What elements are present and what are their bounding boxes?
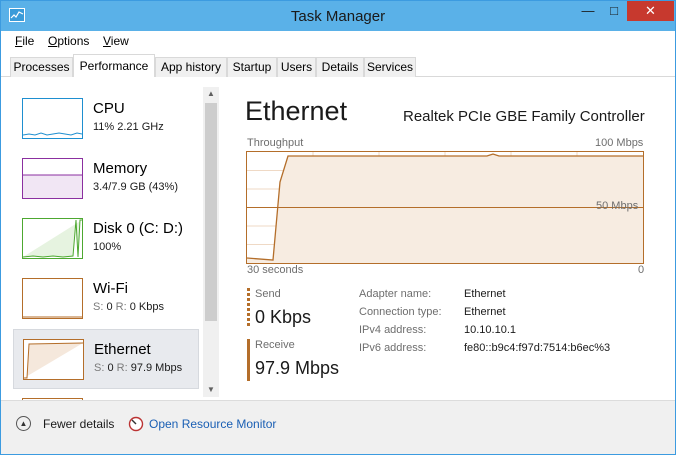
- sidebar-item-name: Wi-Fi: [93, 280, 128, 297]
- send-label: S:: [94, 362, 105, 374]
- send-value: 0: [107, 362, 114, 374]
- send-value: 0 Kbps: [255, 307, 312, 327]
- menu-file[interactable]: File: [15, 34, 34, 48]
- chart-title: Throughput: [247, 137, 304, 149]
- adapter-model: Realtek PCIe GBE Family Controller: [403, 108, 645, 125]
- chevron-up-icon[interactable]: ▲: [16, 416, 31, 431]
- receive-indicator: [247, 339, 250, 381]
- receive-label: R:: [115, 301, 127, 313]
- ethernet-sparkline: [23, 339, 84, 380]
- tab-users[interactable]: Users: [277, 57, 316, 77]
- disk-sparkline: [22, 218, 83, 259]
- sidebar-item-wifi[interactable]: Wi-Fi S: 0 R: 0 Kbps: [13, 269, 199, 329]
- menu-bar: File Options View: [1, 31, 675, 53]
- tab-processes[interactable]: Processes: [10, 57, 73, 77]
- receive-value: 0 Kbps: [129, 301, 164, 313]
- sidebar-item-name: Memory: [93, 160, 148, 177]
- send-label: Send: [255, 288, 281, 300]
- scroll-thumb[interactable]: [205, 103, 217, 321]
- menu-options[interactable]: Options: [48, 34, 89, 48]
- send-label: S:: [93, 301, 104, 313]
- menu-options-mnemonic: O: [48, 34, 58, 48]
- prop-key-connection-type: Connection type:: [359, 306, 442, 318]
- detail-title: Ethernet: [245, 96, 348, 126]
- send-indicator: [247, 288, 250, 328]
- tab-performance[interactable]: Performance: [73, 54, 155, 78]
- sidebar-item-name: Ethernet: [94, 341, 151, 358]
- sidebar-item-detail: 11% 2.21 GHz: [93, 121, 164, 133]
- sidebar-item-detail: 3.4/7.9 GB (43%): [93, 181, 178, 193]
- prop-key-adapter-name: Adapter name:: [359, 288, 432, 300]
- sidebar-scrollbar[interactable]: ▲ ▼: [203, 87, 219, 397]
- task-manager-window: Task Manager — □ ✕ File Options View Pro…: [0, 0, 676, 455]
- close-button[interactable]: ✕: [627, 1, 674, 21]
- cpu-sparkline: [22, 98, 83, 139]
- receive-label: R:: [116, 362, 128, 374]
- prop-value-connection-type: Ethernet: [464, 306, 506, 318]
- performance-panel: CPU 11% 2.21 GHz Memory 3.4/7.9 GB (43%)…: [1, 77, 675, 400]
- prop-value-adapter-name: Ethernet: [464, 288, 506, 300]
- scroll-up-icon[interactable]: ▲: [203, 87, 219, 101]
- tab-startup[interactable]: Startup: [227, 57, 277, 77]
- wifi-sparkline: [22, 278, 83, 319]
- menu-options-label: ptions: [57, 34, 90, 48]
- throughput-chart: 50 Mbps: [246, 151, 644, 264]
- footer-bar: ▲ Fewer details Open Resource Monitor: [1, 400, 675, 454]
- chart-time-label: 30 seconds: [247, 264, 304, 276]
- menu-view[interactable]: View: [103, 34, 129, 48]
- menu-view-label: iew: [110, 34, 129, 48]
- sidebar-item-next[interactable]: [13, 389, 199, 400]
- maximize-button[interactable]: □: [601, 1, 627, 21]
- receive-value: 97.9 Mbps: [255, 358, 340, 378]
- sidebar-item-detail: 100%: [93, 241, 122, 253]
- resource-monitor-icon[interactable]: [128, 416, 144, 432]
- minimize-button[interactable]: —: [575, 1, 601, 21]
- sidebar-item-name: Disk 0 (C: D:): [93, 220, 183, 237]
- chart-max-label: 100 Mbps: [595, 137, 644, 149]
- sidebar-item-disk[interactable]: Disk 0 (C: D:) 100%: [13, 209, 199, 269]
- chart-min-label: 0: [638, 264, 645, 276]
- sidebar-item-detail: S: 0 R: 0 Kbps: [93, 301, 164, 313]
- window-title: Task Manager: [290, 8, 386, 25]
- title-bar[interactable]: Task Manager — □ ✕: [1, 1, 675, 31]
- sidebar-item-name: CPU: [93, 100, 125, 117]
- sidebar-item-detail: S: 0 R: 97.9 Mbps: [94, 362, 182, 374]
- fewer-details-link[interactable]: Fewer details: [43, 417, 114, 431]
- menu-view-mnemonic: V: [103, 34, 111, 48]
- tab-services[interactable]: Services: [364, 57, 416, 77]
- scroll-down-icon[interactable]: ▼: [203, 383, 219, 397]
- prop-value-ipv6: fe80::b9c4:f97d:7514:b6ec%3: [464, 342, 611, 354]
- tab-app-history[interactable]: App history: [155, 57, 227, 77]
- send-value: 0: [106, 301, 113, 313]
- prop-key-ipv4: IPv4 address:: [359, 324, 427, 336]
- tab-strip: Processes Performance App history Startu…: [1, 53, 675, 78]
- prop-value-ipv4: 10.10.10.1: [464, 324, 516, 336]
- tab-details[interactable]: Details: [316, 57, 364, 77]
- chart-mid-label: 50 Mbps: [596, 200, 639, 212]
- throughput-chart-svg: [247, 152, 643, 263]
- sidebar-item-cpu[interactable]: CPU 11% 2.21 GHz: [13, 89, 199, 149]
- sidebar-item-memory[interactable]: Memory 3.4/7.9 GB (43%): [13, 149, 199, 209]
- open-resource-monitor-link[interactable]: Open Resource Monitor: [149, 417, 276, 431]
- receive-label: Receive: [255, 339, 295, 351]
- sidebar-item-ethernet[interactable]: Ethernet S: 0 R: 97.9 Mbps: [13, 329, 199, 389]
- memory-sparkline: [22, 158, 83, 199]
- menu-file-label: ile: [22, 34, 35, 48]
- receive-value: 97.9 Mbps: [130, 362, 183, 374]
- prop-key-ipv6: IPv6 address:: [359, 342, 427, 354]
